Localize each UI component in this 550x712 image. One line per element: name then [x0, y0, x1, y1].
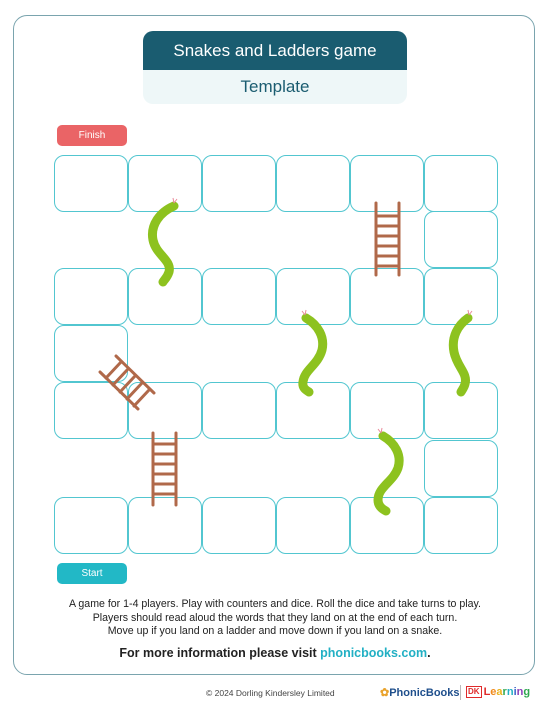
board-square — [128, 382, 202, 439]
page-subtitle: Template — [143, 70, 407, 104]
board-square — [424, 382, 498, 439]
copyright: © 2024 Dorling Kindersley Limited — [206, 688, 335, 698]
start-label: Start — [57, 563, 127, 584]
instructions-line: Players should read aloud the words that… — [92, 611, 458, 624]
board-square — [276, 155, 350, 212]
board-square — [424, 497, 498, 554]
board-square — [350, 382, 424, 439]
board-square — [350, 497, 424, 554]
board-square — [350, 155, 424, 212]
phonicbooks-mark-icon: ✿ — [380, 687, 390, 699]
board-square — [54, 268, 128, 325]
learning-letter: n — [506, 686, 514, 698]
learning-letter: g — [523, 686, 531, 698]
board-square — [128, 155, 202, 212]
board-square — [424, 440, 498, 497]
board-square — [276, 497, 350, 554]
board-square — [202, 268, 276, 325]
dk-learning-text: Learning — [484, 686, 531, 698]
dk-learning-logo: DK Learning — [466, 686, 530, 698]
title-box: Snakes and Ladders game Template — [143, 31, 407, 104]
board-square — [54, 325, 128, 382]
page-title: Snakes and Ladders game — [143, 31, 407, 70]
more-info-suffix: . — [427, 646, 431, 660]
board-square — [128, 268, 202, 325]
board-square — [202, 382, 276, 439]
dk-logo-icon: DK — [466, 686, 482, 698]
board-square — [350, 268, 424, 325]
board-square — [424, 268, 498, 325]
board-square — [54, 155, 128, 212]
board-square — [202, 497, 276, 554]
board-square — [128, 497, 202, 554]
instructions-line: A game for 1-4 players. Play with counte… — [68, 598, 481, 610]
board-square — [276, 268, 350, 325]
more-info: For more information please visit phonic… — [40, 646, 510, 660]
board-square — [54, 382, 128, 439]
website-link[interactable]: phonicbooks.com — [320, 646, 427, 660]
board-square — [202, 155, 276, 212]
instructions-line: Move up if you land on a ladder and move… — [107, 625, 443, 637]
board-square — [424, 211, 498, 268]
logo-divider — [460, 685, 461, 700]
phonicbooks-logo: ✿PhonicBooks — [380, 686, 460, 699]
more-info-text: For more information please visit — [119, 646, 321, 660]
phonicbooks-logo-text: PhonicBooks — [389, 687, 460, 699]
instructions: A game for 1-4 players. Play with counte… — [40, 598, 510, 639]
board-square — [276, 382, 350, 439]
finish-label: Finish — [57, 125, 127, 146]
board-square — [54, 497, 128, 554]
board-square — [424, 155, 498, 212]
